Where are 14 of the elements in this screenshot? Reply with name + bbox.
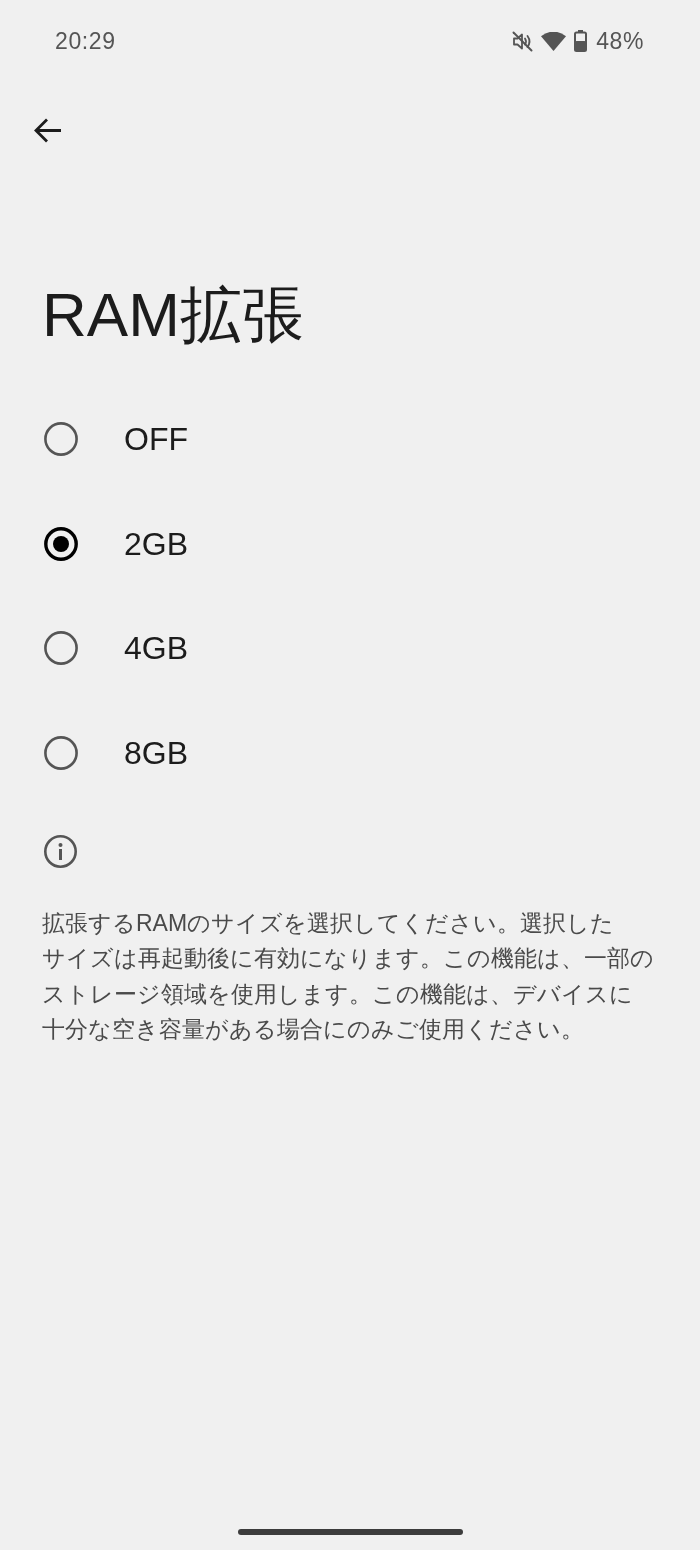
radio-option[interactable]: 8GB bbox=[44, 735, 189, 770]
radio-option[interactable]: 4GB bbox=[44, 631, 189, 666]
radio-option[interactable]: OFF bbox=[44, 422, 188, 456]
info-description: 拡張するRAMのサイズを選択してください。選択したサイズは再起動後に有効になります。この機能は、一部のストレージ領域を使用します。この機能は、デバイスに十分な空き容量がある場合にのみご使用ください。 bbox=[42, 908, 655, 1045]
speaker-muted-icon bbox=[512, 30, 534, 52]
radio-option[interactable]: 2GB bbox=[44, 526, 189, 561]
back-arrow-icon bbox=[34, 118, 62, 143]
battery-icon bbox=[574, 30, 588, 52]
status-time: 20:29 bbox=[55, 27, 116, 55]
wifi-icon bbox=[541, 31, 567, 51]
info-icon bbox=[44, 834, 77, 868]
back-button[interactable] bbox=[34, 118, 62, 143]
page-title: RAM拡張 bbox=[42, 279, 304, 351]
battery-percentage: 48% bbox=[596, 27, 644, 55]
